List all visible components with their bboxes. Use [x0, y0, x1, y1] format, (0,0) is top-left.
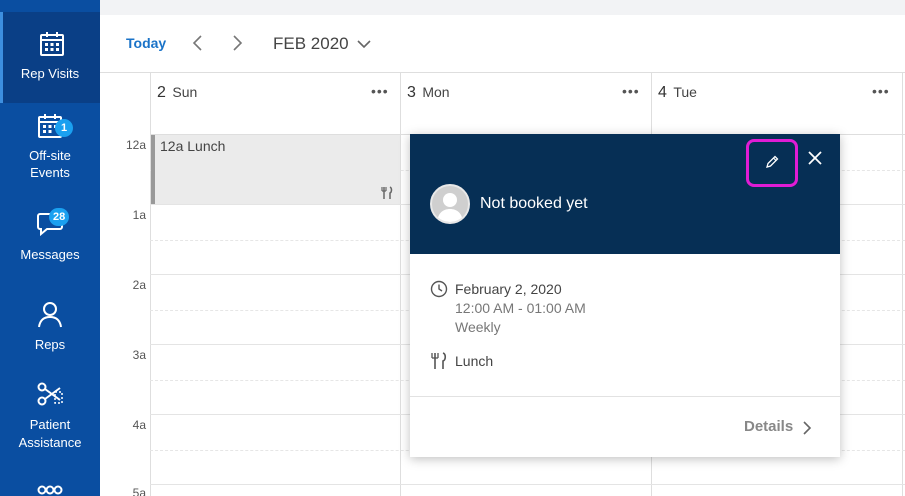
hour-line [150, 484, 905, 485]
calendar-toolbar: Today FEB 2020 [100, 15, 905, 72]
off-site-events-badge: 1 [55, 119, 73, 137]
event-date: February 2, 2020 [455, 281, 562, 297]
avatar [430, 184, 470, 224]
top-strip [100, 0, 905, 15]
column-divider [902, 73, 903, 496]
day-more-button[interactable]: ••• [872, 83, 890, 99]
day-label: 2 Sun [157, 84, 197, 102]
day-header-mon: 3 Mon ••• [400, 73, 651, 134]
sidebar-item-off-site-events[interactable]: 1 Off-site Events [0, 108, 100, 188]
sidebar-item-label: Reps [34, 337, 66, 352]
month-selector[interactable]: FEB 2020 [273, 34, 349, 54]
group-icon [37, 485, 63, 495]
popover-divider [410, 396, 840, 397]
chevron-left-icon[interactable] [191, 33, 205, 53]
sidebar-item-patient-assistance[interactable]: Patient Assistance [0, 372, 100, 456]
event-recurrence: Weekly [455, 319, 501, 335]
day-weekday: Tue [673, 84, 697, 100]
time-label: 3a [132, 348, 146, 362]
event-popover: Not booked yet February 2, 2020 12:00 AM… [410, 134, 840, 457]
calendar-icon [39, 32, 64, 56]
booking-status: Not booked yet [480, 195, 588, 212]
today-button[interactable]: Today [126, 35, 166, 51]
close-icon[interactable] [805, 148, 825, 168]
time-label: 2a [132, 278, 146, 292]
scissors-icon [37, 382, 63, 406]
clock-icon [430, 280, 448, 298]
sidebar-item-label: Rep Visits [20, 66, 80, 81]
day-more-button[interactable]: ••• [371, 83, 389, 99]
edit-button[interactable] [746, 139, 798, 187]
messages-badge: 28 [49, 208, 70, 226]
event-title: 12a Lunch [160, 138, 226, 154]
app-window: Rep Visits 1 Off-site Events 28 Messages [0, 0, 905, 496]
sidebar-item-label: Messages [20, 247, 80, 262]
time-label: 1a [132, 208, 146, 222]
details-button[interactable]: Details [744, 418, 793, 435]
pencil-icon [766, 155, 779, 168]
day-more-button[interactable]: ••• [622, 83, 640, 99]
column-divider [400, 73, 401, 496]
sidebar-item-label-line2: Events [30, 165, 70, 180]
day-header-sun: 2 Sun ••• [150, 73, 400, 134]
chevron-right-icon[interactable] [230, 33, 244, 53]
fork-knife-icon [431, 352, 447, 369]
sidebar-item-label-line2: Assistance [18, 435, 82, 450]
day-number: 4 [658, 84, 667, 101]
time-label: 4a [132, 418, 146, 432]
day-weekday: Sun [172, 84, 198, 100]
popover-header: Not booked yet [410, 134, 840, 254]
sidebar-item-rep-visits[interactable]: Rep Visits [0, 12, 100, 103]
chevron-down-icon[interactable] [356, 37, 372, 51]
event-time-range: 12:00 AM - 01:00 AM [455, 300, 586, 316]
day-label: 3 Mon [407, 84, 450, 102]
sidebar-item-group[interactable] [0, 478, 100, 496]
event-type: Lunch [455, 353, 494, 369]
day-label: 4 Tue [658, 84, 697, 102]
sidebar-item-reps[interactable]: Reps [0, 292, 100, 360]
sidebar-item-messages[interactable]: 28 Messages [0, 200, 100, 272]
day-header-tue: 4 Tue ••• [651, 73, 902, 134]
sidebar: Rep Visits 1 Off-site Events 28 Messages [0, 0, 100, 496]
person-icon [38, 302, 62, 328]
day-weekday: Mon [422, 84, 450, 100]
sidebar-item-label-line1: Off-site [29, 148, 71, 163]
time-label: 12a [125, 138, 146, 152]
fork-knife-icon [381, 186, 393, 199]
calendar-event-lunch[interactable]: 12a Lunch [151, 135, 400, 204]
avatar-placeholder-icon [437, 193, 463, 222]
sidebar-item-label-line1: Patient [29, 417, 71, 432]
time-label: 5a [132, 486, 146, 496]
day-number: 3 [407, 84, 416, 101]
day-number: 2 [157, 84, 166, 101]
chevron-right-icon[interactable] [802, 420, 812, 436]
